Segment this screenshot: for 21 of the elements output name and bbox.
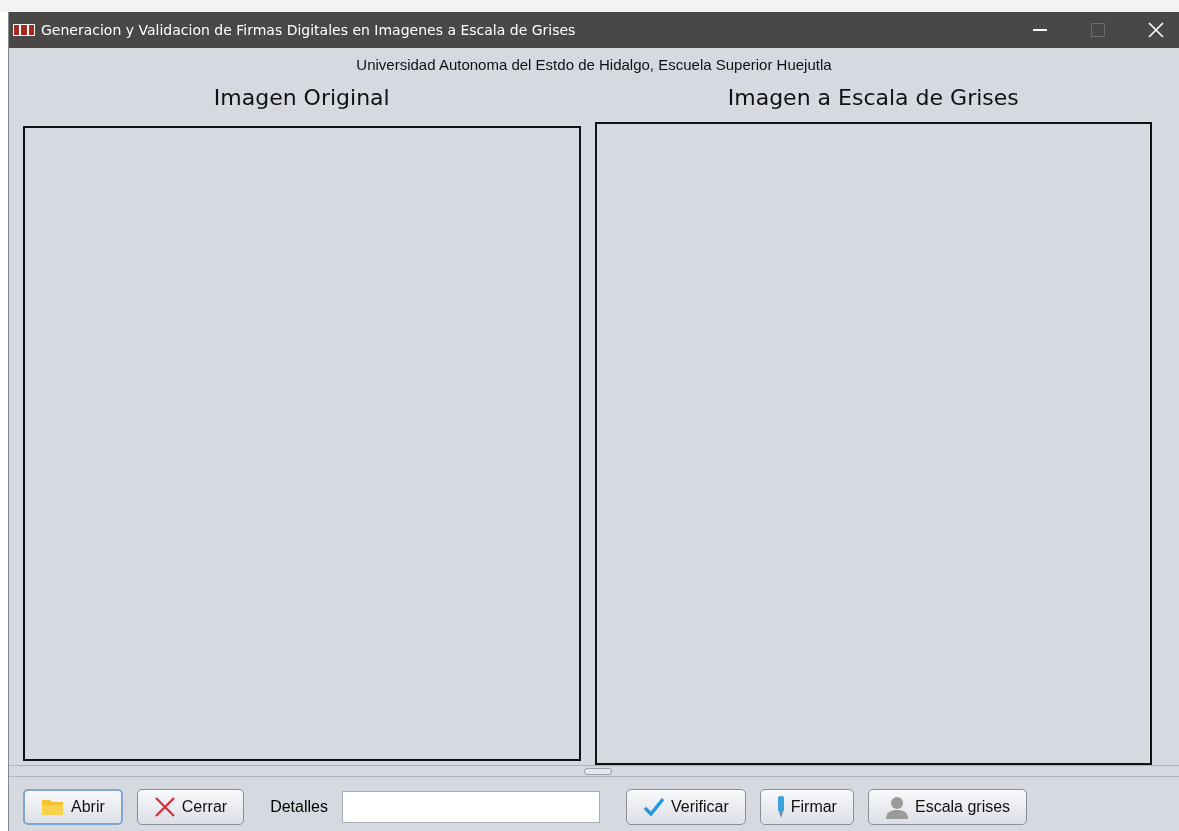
- person-icon: [884, 795, 909, 819]
- minimize-icon: [1033, 29, 1047, 31]
- toolbar-button[interactable]: Firmar: [759, 789, 854, 825]
- panel-heading: Imagen a Escala de Grises: [726, 85, 1020, 110]
- details-label: Detalles: [270, 798, 328, 816]
- toolbar-button[interactable]: Escala grises: [867, 789, 1028, 825]
- panel-heading: Imagen Original: [212, 85, 391, 110]
- subtitle: Universidad Autonoma del Estdo de Hidalgo, Escuela Superior Huejutla: [355, 56, 833, 73]
- toolbar-button[interactable]: Cerrar: [136, 789, 245, 825]
- pen-icon: [776, 795, 785, 819]
- toolbar-button[interactable]: Verificar: [625, 789, 746, 825]
- app-logo-icon: [13, 24, 35, 36]
- close-icon: [1148, 22, 1164, 38]
- details-field[interactable]: [341, 791, 600, 823]
- maximize-icon: [1091, 23, 1105, 37]
- folder-icon: [41, 797, 65, 817]
- close-icon: [153, 796, 176, 818]
- splitter-handle[interactable]: [584, 768, 612, 775]
- toolbar-button[interactable]: Abrir: [23, 789, 123, 825]
- checkmark-icon: [642, 797, 665, 817]
- window-title: Generacion y Validacion de Firmas Digitales en Imagenes a Escala de Grises: [41, 22, 577, 38]
